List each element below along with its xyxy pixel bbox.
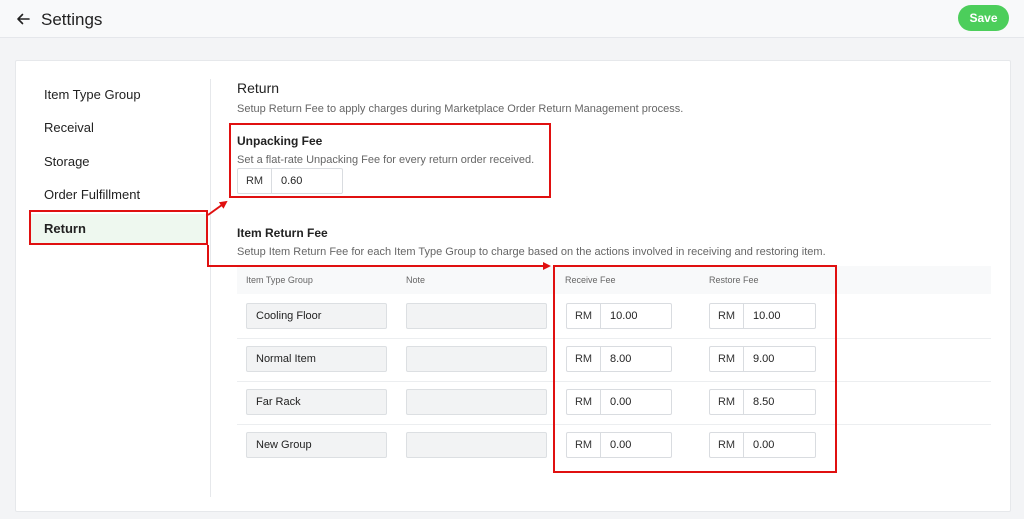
note-field (406, 346, 547, 372)
currency-prefix: RM (567, 304, 601, 328)
receive-fee-value[interactable]: 10.00 (601, 304, 671, 328)
currency-prefix: RM (710, 433, 744, 457)
settings-card: Item Type Group Receival Storage Order F… (15, 60, 1011, 512)
restore-fee-input[interactable]: RM 0.00 (709, 432, 816, 458)
column-header-receive-fee: Receive Fee (565, 275, 616, 285)
item-type-group-field: New Group (246, 432, 387, 458)
restore-fee-input[interactable]: RM 10.00 (709, 303, 816, 329)
receive-fee-input[interactable]: RM 10.00 (566, 303, 672, 329)
restore-fee-value[interactable]: 0.00 (744, 433, 815, 457)
item-type-group-field: Far Rack (246, 389, 387, 415)
receive-fee-value[interactable]: 0.00 (601, 390, 671, 414)
currency-prefix: RM (567, 347, 601, 371)
back-arrow-icon[interactable] (14, 10, 32, 28)
currency-prefix: RM (710, 390, 744, 414)
restore-fee-input[interactable]: RM 9.00 (709, 346, 816, 372)
column-header-item-type-group: Item Type Group (246, 275, 313, 285)
restore-fee-value[interactable]: 9.00 (744, 347, 815, 371)
item-return-fee-description: Setup Item Return Fee for each Item Type… (237, 246, 826, 258)
column-header-restore-fee: Restore Fee (709, 275, 759, 285)
unpacking-fee-value[interactable]: 0.60 (272, 169, 342, 193)
sidebar-item-order-fulfillment[interactable]: Order Fulfillment (30, 180, 208, 210)
sidebar-divider (210, 79, 211, 497)
sidebar-item-receival[interactable]: Receival (30, 113, 208, 143)
page-title: Settings (41, 10, 103, 29)
row-divider (237, 338, 991, 339)
receive-fee-input[interactable]: RM 8.00 (566, 346, 672, 372)
receive-fee-value[interactable]: 8.00 (601, 347, 671, 371)
currency-prefix: RM (710, 304, 744, 328)
table-header: Item Type Group Note Receive Fee Restore… (237, 266, 991, 294)
restore-fee-input[interactable]: RM 8.50 (709, 389, 816, 415)
item-type-group-field: Cooling Floor (246, 303, 387, 329)
column-header-note: Note (406, 275, 426, 285)
receive-fee-input[interactable]: RM 0.00 (566, 432, 672, 458)
note-field (406, 303, 547, 329)
unpacking-fee-input[interactable]: RM 0.60 (237, 168, 343, 194)
section-description: Setup Return Fee to apply charges during… (237, 103, 684, 115)
sidebar-item-storage[interactable]: Storage (30, 147, 208, 177)
item-return-fee-title: Item Return Fee (237, 226, 328, 240)
receive-fee-value[interactable]: 0.00 (601, 433, 671, 457)
row-divider (237, 381, 991, 382)
currency-prefix: RM (238, 169, 272, 193)
currency-prefix: RM (710, 347, 744, 371)
save-button[interactable]: Save (958, 5, 1009, 31)
currency-prefix: RM (567, 390, 601, 414)
sidebar-item-return[interactable]: Return (30, 214, 208, 244)
currency-prefix: RM (567, 433, 601, 457)
unpacking-fee-description: Set a flat-rate Unpacking Fee for every … (237, 154, 535, 166)
section-title: Return (237, 80, 280, 96)
top-bar: Settings Save (0, 0, 1024, 38)
note-field (406, 432, 547, 458)
item-type-group-field: Normal Item (246, 346, 387, 372)
settings-sidebar: Item Type Group Receival Storage Order F… (16, 61, 210, 511)
receive-fee-input[interactable]: RM 0.00 (566, 389, 672, 415)
unpacking-fee-title: Unpacking Fee (237, 134, 323, 148)
row-divider (237, 424, 991, 425)
sidebar-item-item-type-group[interactable]: Item Type Group (30, 80, 208, 110)
restore-fee-value[interactable]: 10.00 (744, 304, 815, 328)
restore-fee-value[interactable]: 8.50 (744, 390, 815, 414)
note-field (406, 389, 547, 415)
